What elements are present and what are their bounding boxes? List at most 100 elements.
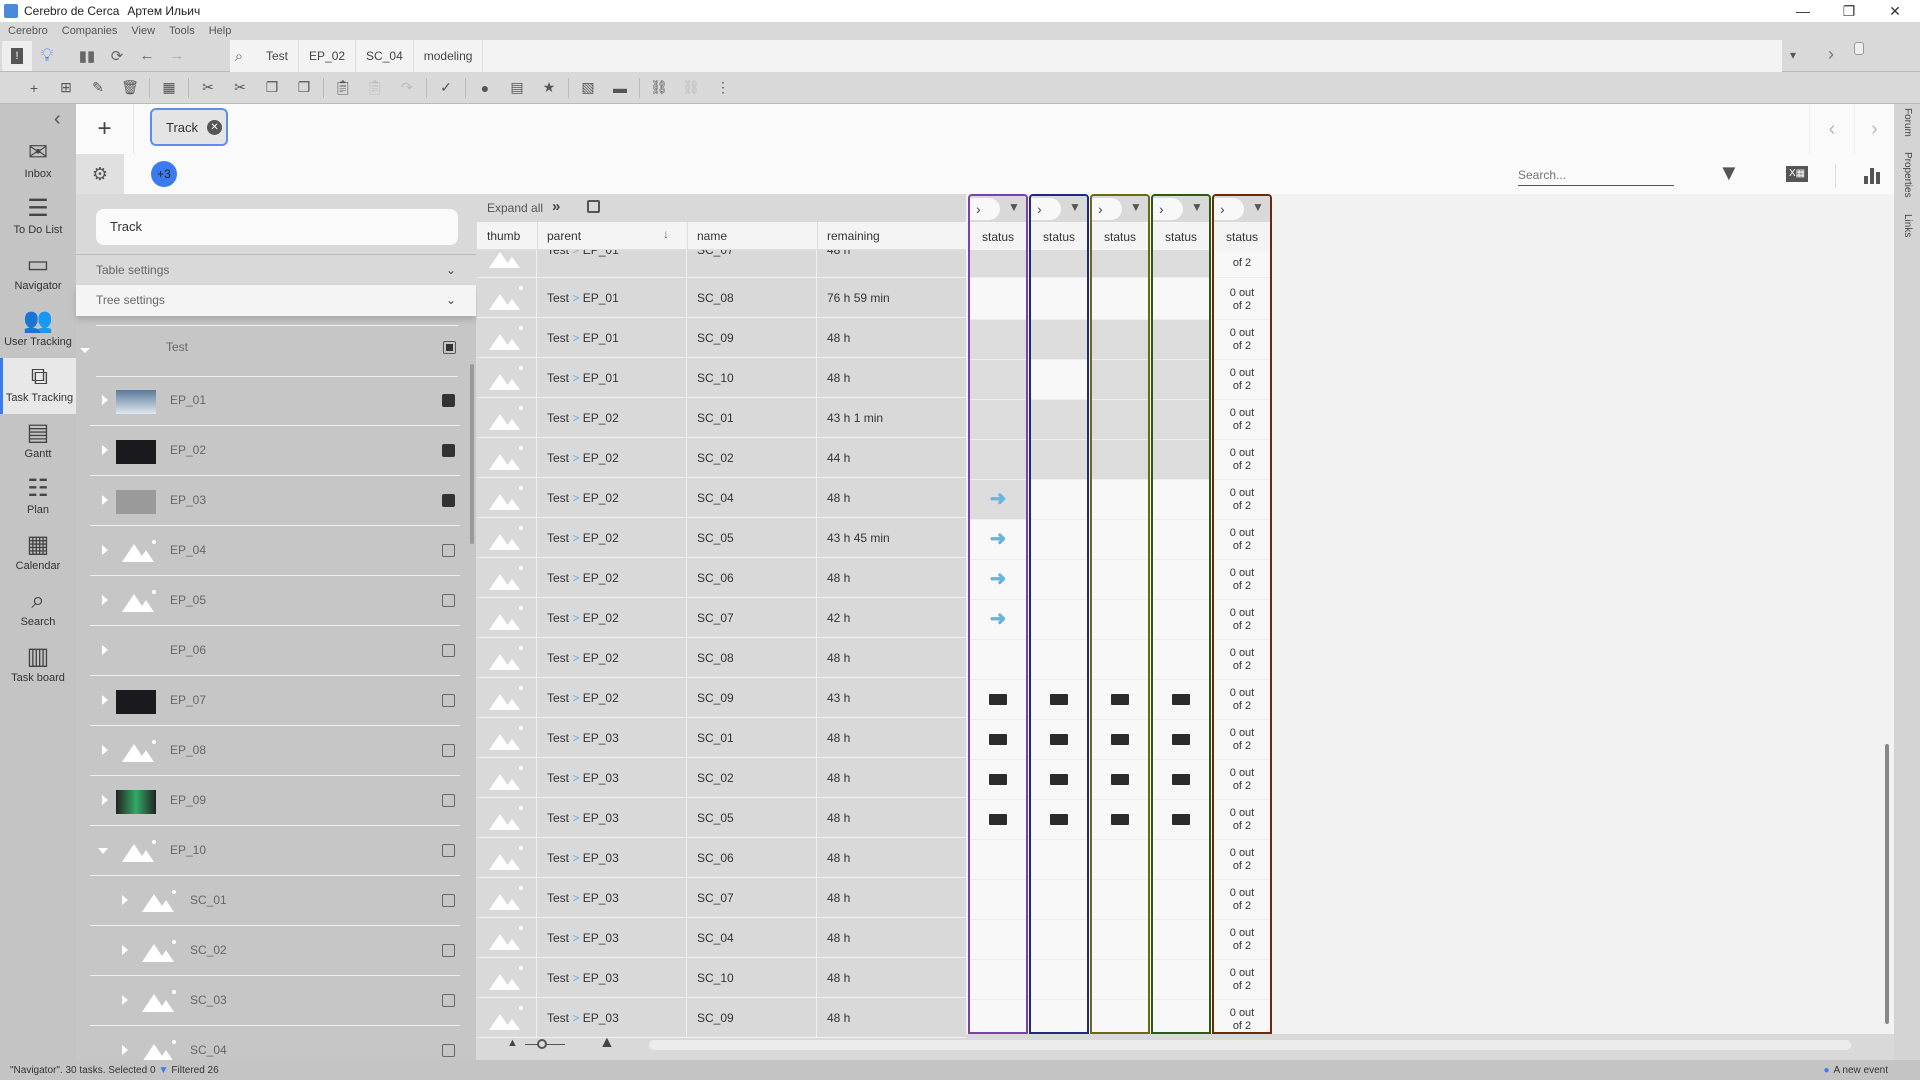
dropdown-icon[interactable]: ▾: [1790, 48, 1796, 62]
name-cell[interactable]: SC_01: [687, 718, 817, 757]
tree-item-checkbox[interactable]: [442, 744, 455, 757]
nav-item[interactable]: ▥ Task board: [0, 638, 76, 694]
status-cell[interactable]: [1092, 1000, 1148, 1032]
status-cell[interactable]: [1153, 520, 1209, 560]
search-icon[interactable]: ⌕: [224, 41, 254, 71]
tree-item[interactable]: EP_06: [90, 626, 460, 676]
back-icon[interactable]: ←: [132, 41, 162, 71]
expand-root-icon[interactable]: [80, 348, 90, 353]
expand-icon[interactable]: [102, 595, 108, 605]
tree-item-checkbox[interactable]: [442, 394, 455, 407]
side-tab-forum[interactable]: Forum: [1902, 108, 1913, 137]
column-filter-icon[interactable]: ▼: [1252, 200, 1264, 214]
expand-column-icon[interactable]: ›: [1031, 198, 1061, 220]
name-cell[interactable]: SC_02: [687, 758, 817, 797]
table-row[interactable]: Test > EP_03 SC_09 48 h: [477, 998, 966, 1038]
menu-view[interactable]: View: [131, 25, 155, 37]
status-cell[interactable]: [1092, 600, 1148, 640]
expand-icon[interactable]: [102, 445, 108, 455]
status-cell[interactable]: [970, 360, 1026, 400]
restore-button[interactable]: ❐: [1826, 0, 1872, 22]
close-button[interactable]: ✕: [1872, 0, 1918, 22]
status-cell[interactable]: of 2: [1214, 250, 1270, 278]
status-cell[interactable]: [1092, 800, 1148, 840]
tree-item[interactable]: EP_10: [90, 826, 460, 876]
status-cell[interactable]: [1153, 320, 1209, 360]
table-row[interactable]: Test > EP_01 SC_09 48 h: [477, 318, 966, 358]
status-cell[interactable]: [1153, 560, 1209, 600]
name-cell[interactable]: SC_05: [687, 518, 817, 557]
status-cell[interactable]: [1031, 520, 1087, 560]
status-cell[interactable]: [1092, 360, 1148, 400]
tree-item[interactable]: EP_03: [90, 476, 460, 526]
name-cell[interactable]: SC_08: [687, 278, 817, 317]
breadcrumb-item[interactable]: SC_04: [356, 40, 414, 72]
expand-all-button[interactable]: Expand all: [487, 201, 543, 215]
status-cell[interactable]: [1031, 440, 1087, 480]
status-cell[interactable]: [1153, 720, 1209, 760]
status-cell[interactable]: [1092, 560, 1148, 600]
name-cell[interactable]: SC_01: [687, 398, 817, 437]
status-cell[interactable]: [1092, 880, 1148, 920]
menu-companies[interactable]: Companies: [62, 25, 118, 37]
status-cell[interactable]: [970, 680, 1026, 720]
check-icon[interactable]: ✓: [430, 73, 462, 103]
expand-column-icon[interactable]: ›: [970, 198, 1000, 220]
status-cell[interactable]: [1153, 680, 1209, 720]
status-cell[interactable]: [1031, 280, 1087, 320]
nav-item[interactable]: ⌕ Search: [0, 582, 76, 638]
column-header-parent[interactable]: parent: [547, 229, 581, 243]
edit-icon[interactable]: ✎: [82, 73, 114, 103]
name-cell[interactable]: SC_07: [687, 878, 817, 917]
slider-handle[interactable]: [537, 1039, 547, 1049]
status-cell[interactable]: [1153, 600, 1209, 640]
copy-link-icon[interactable]: ❐: [288, 73, 320, 103]
column-filter-icon[interactable]: ▼: [1069, 200, 1081, 214]
new-event-notice[interactable]: ● A new event: [1823, 1065, 1888, 1076]
column-header-thumb[interactable]: thumb: [487, 229, 520, 243]
tab-track[interactable]: Track ✕: [150, 108, 228, 146]
status-cell[interactable]: [1092, 280, 1148, 320]
status-cell[interactable]: [1092, 520, 1148, 560]
add-tab-button[interactable]: +: [76, 104, 134, 154]
breadcrumb-item[interactable]: EP_02: [299, 40, 357, 72]
status-cell[interactable]: 0 out of 2: [1214, 560, 1270, 600]
name-cell[interactable]: SC_10: [687, 358, 817, 397]
expand-icon[interactable]: [122, 995, 128, 1005]
tree-settings-toggle[interactable]: Tree settings ⌄: [76, 285, 476, 316]
status-cell[interactable]: [1092, 640, 1148, 680]
status-cell[interactable]: [1031, 960, 1087, 1000]
excel-export-icon[interactable]: X▦: [1786, 166, 1808, 182]
status-cell[interactable]: [1153, 840, 1209, 880]
status-cell[interactable]: [1092, 250, 1148, 278]
status-cell[interactable]: [1031, 1000, 1087, 1032]
add-icon[interactable]: +: [18, 73, 50, 103]
tree-item-checkbox[interactable]: [442, 444, 455, 457]
name-cell[interactable]: SC_02: [687, 438, 817, 477]
status-cell[interactable]: 0 out of 2: [1214, 1000, 1270, 1032]
column-filter-icon[interactable]: ▼: [1191, 200, 1203, 214]
status-cell[interactable]: [1092, 960, 1148, 1000]
nav-item[interactable]: 👥 User Tracking: [0, 302, 76, 358]
settings-icon[interactable]: ⚙: [76, 154, 124, 194]
tree-item-checkbox[interactable]: [442, 794, 455, 807]
table-row[interactable]: Test > EP_02 SC_05 43 h 45 min: [477, 518, 966, 558]
tree-item-checkbox[interactable]: [442, 544, 455, 557]
status-cell[interactable]: [970, 840, 1026, 880]
status-cell[interactable]: [970, 960, 1026, 1000]
status-cell[interactable]: [970, 880, 1026, 920]
status-cell[interactable]: 0 out of 2: [1214, 720, 1270, 760]
status-cell[interactable]: [1153, 480, 1209, 520]
grid-view-icon[interactable]: [587, 200, 600, 213]
status-cell[interactable]: 0 out of 2: [1214, 880, 1270, 920]
tree-item[interactable]: SC_03: [90, 976, 460, 1026]
status-cell[interactable]: [1092, 440, 1148, 480]
table-row[interactable]: Test > EP_03 SC_06 48 h: [477, 838, 966, 878]
status-cell[interactable]: 0 out of 2: [1214, 520, 1270, 560]
column-filter-icon[interactable]: ▼: [1008, 200, 1020, 214]
status-cell[interactable]: [1153, 920, 1209, 960]
resize-icon[interactable]: ▬: [604, 73, 636, 103]
search-input[interactable]: [1518, 164, 1674, 186]
expand-icon[interactable]: [102, 745, 108, 755]
name-cell[interactable]: SC_06: [687, 838, 817, 877]
